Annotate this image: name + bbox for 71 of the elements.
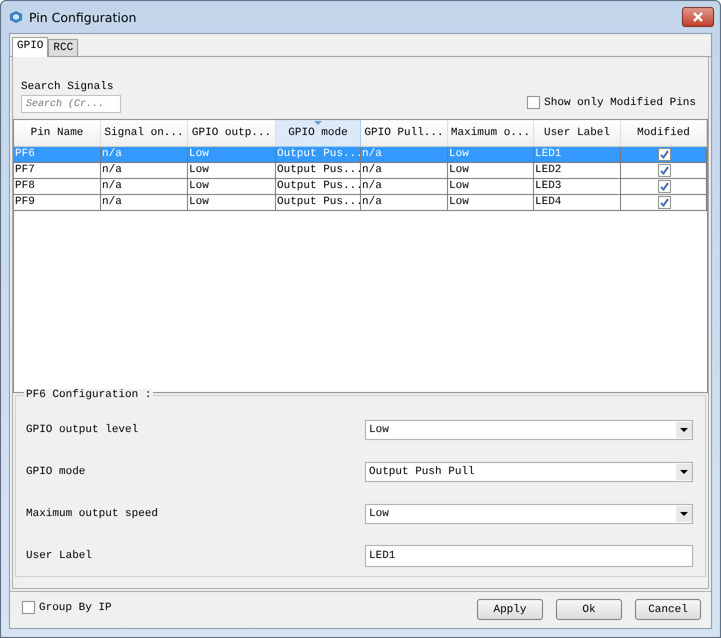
checkbox[interactable]: [658, 196, 670, 209]
table-cell: n/a: [361, 179, 448, 195]
table-cell: Output Pus...: [276, 195, 361, 211]
table-cell: Low: [448, 195, 534, 211]
table-cell: LED4: [534, 195, 621, 211]
table-row[interactable]: PF9 n/a Low Output Pus...n/a Low LED4: [14, 195, 707, 211]
table-cell: Low: [448, 147, 534, 163]
table-cell: Output Pus...: [276, 179, 361, 195]
table-cell: n/a: [101, 195, 188, 211]
table-cell: n/a: [361, 147, 448, 163]
window-title: Pin Configuration: [29, 10, 138, 24]
field-label: User Label: [26, 550, 92, 562]
dropdown[interactable]: Output Push Pull: [365, 462, 693, 482]
group-title: PF6 Configuration :: [24, 389, 154, 401]
column-header[interactable]: GPIO mode: [276, 120, 361, 147]
checkbox-label: Group By IP: [39, 602, 112, 614]
column-header[interactable]: Modified: [621, 120, 707, 147]
column-header[interactable]: Signal on...: [101, 120, 188, 147]
dialog-button[interactable]: Apply: [477, 599, 543, 620]
dialog-button[interactable]: Ok: [556, 599, 622, 620]
checkbox[interactable]: [658, 148, 670, 161]
dropdown[interactable]: Low: [365, 420, 693, 440]
column-header[interactable]: GPIO Pull...: [361, 120, 448, 147]
table-cell: LED1: [534, 147, 621, 163]
dropdown[interactable]: Low: [365, 504, 693, 524]
table-cell: n/a: [101, 179, 188, 195]
table-cell: n/a: [101, 147, 188, 163]
table-cell: PF7: [14, 163, 101, 179]
table-cell: PF8: [14, 179, 101, 195]
column-header[interactable]: Pin Name: [14, 120, 101, 147]
table-cell: n/a: [361, 195, 448, 211]
table-cell: PF9: [14, 195, 101, 211]
column-header[interactable]: GPIO outp...: [188, 120, 276, 147]
table-cell: n/a: [101, 163, 188, 179]
caret-icon: [680, 428, 688, 432]
table-row[interactable]: PF8 n/a Low Output Pus...n/a Low LED3: [14, 179, 707, 195]
table-cell: Output Pus...: [276, 163, 361, 179]
table-cell: LED2: [534, 163, 621, 179]
field-label: Maximum output speed: [26, 508, 158, 520]
table-cell: Low: [448, 163, 534, 179]
tab[interactable]: RCC: [48, 39, 78, 56]
column-header[interactable]: Maximum o...: [448, 120, 534, 147]
column-header[interactable]: User Label: [534, 120, 621, 147]
table-cell: Low: [448, 179, 534, 195]
table-cell: Low: [188, 163, 276, 179]
table-cell: Low: [188, 195, 276, 211]
input-field[interactable]: LED1: [365, 545, 693, 567]
field-label: GPIO mode: [26, 466, 86, 478]
table-cell: Low: [188, 179, 276, 195]
table-row[interactable]: PF7 n/a Low Output Pus...n/a Low LED2: [14, 163, 707, 179]
checkbox[interactable]: [527, 96, 540, 109]
checkbox-label: Show only Modified Pins: [544, 96, 696, 108]
caret-icon: [680, 470, 688, 474]
dialog-button[interactable]: Cancel: [635, 599, 701, 620]
app-icon: [9, 10, 23, 24]
close-button[interactable]: [682, 7, 714, 27]
table-cell: Low: [188, 147, 276, 163]
field-label: GPIO output level: [26, 424, 138, 436]
table-cell: PF6: [14, 147, 101, 163]
tab[interactable]: GPIO: [12, 37, 48, 57]
checkbox[interactable]: [658, 180, 670, 193]
table-cell: Output Pus...: [276, 147, 361, 163]
close-icon: [692, 12, 704, 22]
search-label: Search Signals: [21, 81, 114, 93]
caret-icon: [680, 512, 688, 516]
checkbox[interactable]: [658, 164, 670, 177]
sort-arrow-icon: [314, 121, 322, 125]
checkbox[interactable]: [22, 601, 35, 614]
table-cell: LED3: [534, 179, 621, 195]
table-cell: n/a: [361, 163, 448, 179]
search-field[interactable]: Search (Cr...: [21, 95, 121, 113]
